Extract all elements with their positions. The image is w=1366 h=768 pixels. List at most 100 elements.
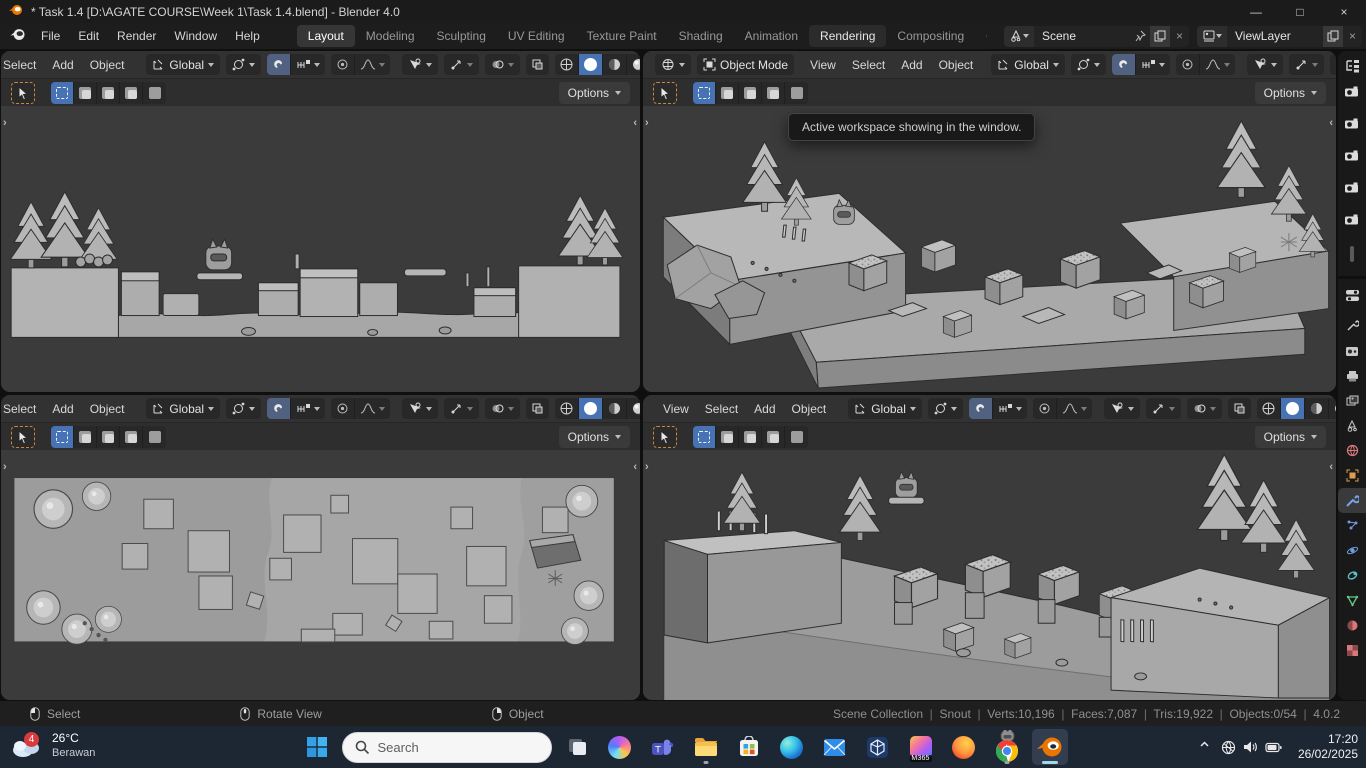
show-gizmo-dropdown[interactable] (1247, 54, 1283, 75)
overlays-dropdown[interactable] (485, 54, 520, 75)
snap-target-dropdown[interactable] (291, 398, 325, 419)
camera-visibility-icon[interactable] (1344, 117, 1360, 135)
select-extend-button[interactable] (716, 82, 739, 104)
select-set-button[interactable] (51, 82, 74, 104)
shading-material-button[interactable] (1305, 398, 1329, 419)
select-set-button[interactable] (51, 426, 74, 448)
snap-toggle[interactable] (1112, 54, 1136, 75)
menu-add[interactable]: Add (44, 56, 81, 74)
region-expand-chevron[interactable]: ‹ (1329, 461, 1333, 473)
select-invert-button[interactable] (120, 426, 143, 448)
region-expand-chevron[interactable]: ‹ (633, 461, 637, 473)
gizmos-dropdown[interactable] (444, 54, 479, 75)
overlays-dropdown[interactable] (1187, 398, 1222, 419)
tab-layout[interactable]: Layout (297, 25, 355, 47)
minimize-button[interactable]: — (1234, 0, 1278, 23)
menu-add[interactable]: Add (44, 400, 81, 418)
outliner-scrollbar[interactable] (1350, 246, 1354, 262)
outliner-editor-icon[interactable] (1345, 59, 1360, 78)
tab-uv-editing[interactable]: UV Editing (497, 25, 576, 47)
show-gizmo-dropdown[interactable] (402, 398, 438, 419)
shading-wireframe-button[interactable] (555, 398, 579, 419)
gizmos-dropdown[interactable] (1289, 54, 1324, 75)
select-invert-button[interactable] (762, 426, 785, 448)
active-tool-tweak-button[interactable] (11, 82, 35, 104)
close-button[interactable]: × (1322, 0, 1366, 23)
task-view-button[interactable] (559, 729, 595, 765)
pivot-point-dropdown[interactable] (226, 54, 261, 75)
overlays-dropdown[interactable] (485, 398, 520, 419)
proportional-falloff-dropdown[interactable] (355, 398, 390, 419)
view-layer-browse-button[interactable] (1197, 26, 1227, 47)
tab-geometry-nodes[interactable]: Geometry Nodes (975, 25, 987, 47)
tab-tool[interactable] (1338, 313, 1366, 338)
proportional-edit-toggle[interactable] (1176, 54, 1200, 75)
select-extend-button[interactable] (716, 426, 739, 448)
transform-orientation-dropdown[interactable]: Global (848, 398, 922, 419)
shading-material-button[interactable] (603, 54, 627, 75)
tab-modifiers[interactable] (1338, 488, 1366, 513)
tab-object-data[interactable] (1338, 588, 1366, 613)
tab-object[interactable] (1338, 463, 1366, 488)
menu-help[interactable]: Help (226, 26, 269, 46)
tray-chevron-icon[interactable] (1198, 738, 1211, 756)
snap-target-dropdown[interactable] (1136, 54, 1170, 75)
pin-icon[interactable] (1130, 26, 1150, 47)
microsoft-365-icon[interactable] (860, 729, 896, 765)
menu-select[interactable]: Select (697, 400, 746, 418)
select-subtract-button[interactable] (97, 426, 120, 448)
tray-status-icons[interactable] (1221, 740, 1282, 755)
transform-orientation-dropdown[interactable]: Global (991, 54, 1065, 75)
tab-constraints[interactable] (1338, 563, 1366, 588)
options-dropdown[interactable]: Options (559, 426, 630, 448)
show-gizmo-dropdown[interactable] (402, 54, 438, 75)
shading-solid-button[interactable] (579, 54, 603, 75)
snap-toggle[interactable] (969, 398, 993, 419)
region-expand-chevron[interactable]: ‹ (1329, 117, 1333, 129)
menu-object[interactable]: Object (82, 400, 133, 418)
region-expand-chevron[interactable]: › (3, 117, 7, 129)
xray-toggle[interactable] (1228, 398, 1251, 419)
active-tool-tweak-button[interactable] (653, 426, 677, 448)
proportional-falloff-dropdown[interactable] (1057, 398, 1092, 419)
firefox-icon[interactable] (946, 729, 982, 765)
view-layer-name[interactable]: ViewLayer (1227, 29, 1323, 43)
tab-sculpting[interactable]: Sculpting (426, 25, 497, 47)
menu-add[interactable]: Add (893, 56, 930, 74)
shading-rendered-button[interactable] (627, 398, 640, 419)
snap-target-dropdown[interactable] (291, 54, 325, 75)
shading-material-button[interactable] (603, 398, 627, 419)
select-set-button[interactable] (693, 426, 716, 448)
scene-browse-button[interactable] (1004, 26, 1034, 47)
tab-scene[interactable] (1338, 413, 1366, 438)
xray-toggle[interactable] (526, 398, 549, 419)
options-dropdown[interactable]: Options (559, 82, 630, 104)
object-mode-dropdown[interactable]: Object Mode (697, 54, 794, 75)
tab-physics[interactable] (1338, 538, 1366, 563)
region-expand-chevron[interactable]: ‹ (633, 117, 637, 129)
options-dropdown[interactable]: Options (1255, 426, 1326, 448)
tab-compositing[interactable]: Compositing (886, 25, 975, 47)
proportional-edit-toggle[interactable] (331, 398, 355, 419)
m365-copilot-icon[interactable]: M365 (903, 729, 939, 765)
camera-visibility-icon[interactable] (1344, 85, 1360, 103)
shading-solid-button[interactable] (1281, 398, 1305, 419)
camera-visibility-icon[interactable] (1344, 213, 1360, 231)
tab-particles[interactable] (1338, 513, 1366, 538)
xray-toggle[interactable] (526, 54, 549, 75)
tab-texture[interactable] (1338, 638, 1366, 663)
shading-rendered-button[interactable] (627, 54, 640, 75)
teams-icon[interactable]: T (645, 729, 681, 765)
new-scene-button[interactable] (1150, 26, 1170, 47)
proportional-edit-toggle[interactable] (1033, 398, 1057, 419)
shading-rendered-button[interactable] (1329, 398, 1336, 419)
transform-orientation-dropdown[interactable]: Global (146, 398, 220, 419)
editor-divider[interactable] (1338, 276, 1366, 279)
mail-icon[interactable] (817, 729, 853, 765)
maximize-button[interactable]: □ (1278, 0, 1322, 23)
viewport-canvas-front-view[interactable] (1, 106, 640, 392)
camera-visibility-icon[interactable] (1344, 149, 1360, 167)
blender-menu-icon[interactable] (10, 28, 26, 44)
select-intersect-button[interactable] (785, 426, 808, 448)
active-tool-tweak-button[interactable] (653, 82, 677, 104)
